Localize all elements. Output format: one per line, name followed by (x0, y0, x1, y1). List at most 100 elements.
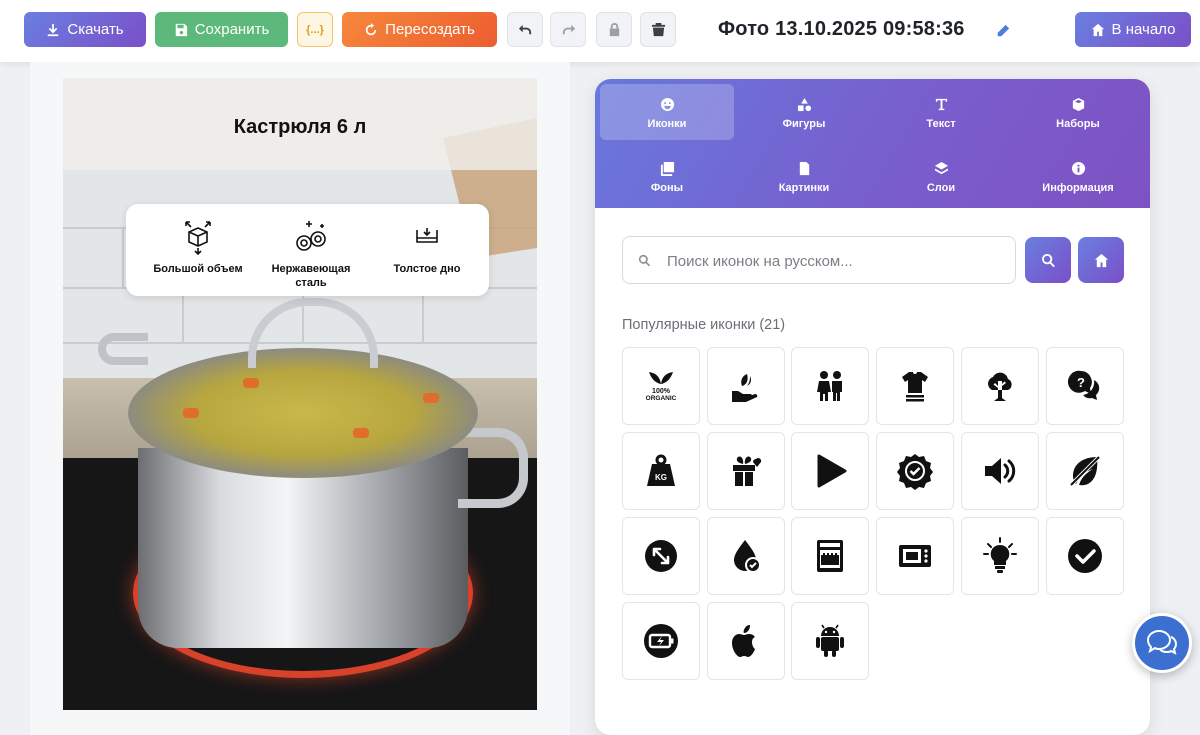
feature-item[interactable]: Большой объем (142, 216, 254, 276)
top-toolbar: Скачать Сохранить {...} Пересоздать Фото… (0, 0, 1200, 62)
redo-button[interactable] (550, 12, 586, 47)
tab-backgrounds[interactable]: Фоны (600, 148, 734, 204)
home-label: В начало (1111, 21, 1176, 38)
svg-text:100%: 100% (652, 388, 671, 395)
icon-tile-battery[interactable] (622, 602, 700, 680)
icon-tile-android[interactable] (791, 602, 869, 680)
icon-tile-organic[interactable]: 100% ORGANIC (622, 347, 700, 425)
apple-icon (732, 625, 755, 657)
tab-sets[interactable]: Наборы (1011, 84, 1145, 140)
microwave-icon (899, 545, 931, 567)
lightbulb-icon (983, 537, 1017, 573)
home-icon (1094, 253, 1108, 267)
check-circle-icon (1068, 539, 1102, 573)
tab-label: Фигуры (782, 118, 826, 130)
svg-text:KG: KG (655, 473, 667, 482)
icon-tile-hand-leaf[interactable] (707, 347, 785, 425)
feature-label: Толстое дно (393, 263, 461, 275)
pot-body (138, 448, 468, 648)
recreate-label: Пересоздать (385, 21, 475, 38)
icon-tile-dishwasher[interactable] (791, 517, 869, 595)
pot-handle-right (458, 428, 528, 508)
tshirt-stack-icon (902, 372, 928, 402)
icon-tile-cloud-tree[interactable] (961, 347, 1039, 425)
icon-tile-weight[interactable]: KG (622, 432, 700, 510)
tab-icons[interactable]: Иконки (600, 84, 734, 140)
tab-shapes[interactable]: Фигуры (737, 84, 871, 140)
svg-text:ORGANIC: ORGANIC (646, 395, 677, 402)
feature-label: Нержавеющая сталь (271, 263, 351, 289)
icon-tile-children[interactable] (791, 347, 869, 425)
undo-button[interactable] (507, 12, 543, 47)
icon-tile-drop-check[interactable] (707, 517, 785, 595)
delete-button[interactable] (640, 12, 676, 47)
refresh-icon (365, 22, 377, 35)
play-icon (817, 454, 847, 488)
icon-tile-diagonal-arrows[interactable] (622, 517, 700, 595)
icon-grid: 100% ORGANIC ? KG (622, 347, 1124, 680)
edit-title-button[interactable] (996, 24, 1012, 40)
tab-label: Иконки (647, 118, 687, 130)
android-icon (816, 624, 844, 657)
home-button[interactable]: В начало (1075, 12, 1191, 47)
tray-bottom-icon (416, 228, 438, 243)
icons-home-button[interactable] (1078, 237, 1124, 283)
tab-label: Информация (1042, 182, 1114, 194)
feature-item[interactable]: Толстое дно (371, 216, 483, 276)
lock-icon (609, 22, 619, 37)
sparkle-rings-icon (296, 221, 326, 251)
children-icon (817, 371, 842, 401)
tab-text[interactable]: Текст (874, 84, 1008, 140)
carrot-piece (353, 428, 369, 438)
download-button[interactable]: Скачать (24, 12, 146, 47)
question-chat-icon: ? (1067, 370, 1100, 400)
panel-tabs: Иконки Фигуры Текст Наборы Фоны Картинки… (595, 79, 1150, 208)
icon-tile-gift[interactable] (707, 432, 785, 510)
tab-layers[interactable]: Слои (874, 148, 1008, 204)
box-arrows-icon (185, 221, 211, 256)
carrot-piece (423, 393, 439, 403)
icon-tile-no-leaf[interactable] (1046, 432, 1124, 510)
icon-tile-tshirt[interactable] (876, 347, 954, 425)
badge-check-icon (897, 454, 933, 490)
tab-label: Наборы (1056, 118, 1100, 130)
json-label: {...} (306, 23, 324, 36)
feature-item[interactable]: Нержавеющая сталь (255, 216, 367, 290)
cube-icon (1072, 97, 1084, 112)
weight-kg-icon: KG (647, 454, 675, 486)
product-title[interactable]: Кастрюля 6 л (63, 116, 537, 139)
chat-bubbles-icon (1146, 629, 1178, 655)
recreate-button[interactable]: Пересоздать (342, 12, 497, 47)
icon-tile-microwave[interactable] (876, 517, 954, 595)
lock-button[interactable] (596, 12, 632, 47)
json-button[interactable]: {...} (297, 12, 333, 47)
search-icon (638, 254, 651, 267)
volume-icon (985, 458, 1016, 484)
smile-icon (660, 97, 674, 112)
icon-tile-apple[interactable] (707, 602, 785, 680)
floppy-icon (175, 23, 187, 36)
icon-tile-volume[interactable] (961, 432, 1039, 510)
tab-info[interactable]: Информация (1011, 148, 1145, 204)
icon-tile-play[interactable] (791, 432, 869, 510)
section-title: Популярные иконки (21) (622, 317, 786, 333)
product-image[interactable]: Кастрюля 6 л Большой объем Нержавеющая с… (63, 78, 537, 710)
features-card[interactable]: Большой объем Нержавеющая сталь Толстое … (126, 204, 489, 296)
support-chat-button[interactable] (1132, 613, 1192, 673)
tab-pictures[interactable]: Картинки (737, 148, 871, 204)
diagonal-arrows-icon (645, 540, 677, 572)
cloud-tree-icon (988, 372, 1012, 401)
feature-label: Большой объем (153, 263, 243, 275)
no-leaf-icon (1069, 455, 1101, 487)
icon-tile-question-chat[interactable]: ? (1046, 347, 1124, 425)
icon-tile-check-circle[interactable] (1046, 517, 1124, 595)
search-button[interactable] (1025, 237, 1071, 283)
home-icon (1091, 23, 1104, 36)
icon-search-input[interactable] (667, 249, 997, 273)
save-button[interactable]: Сохранить (155, 12, 288, 47)
icon-search-box (622, 236, 1016, 284)
carrot-piece (183, 408, 199, 418)
icon-tile-lightbulb[interactable] (961, 517, 1039, 595)
icon-tile-badge-check[interactable] (876, 432, 954, 510)
images-icon (660, 161, 674, 176)
